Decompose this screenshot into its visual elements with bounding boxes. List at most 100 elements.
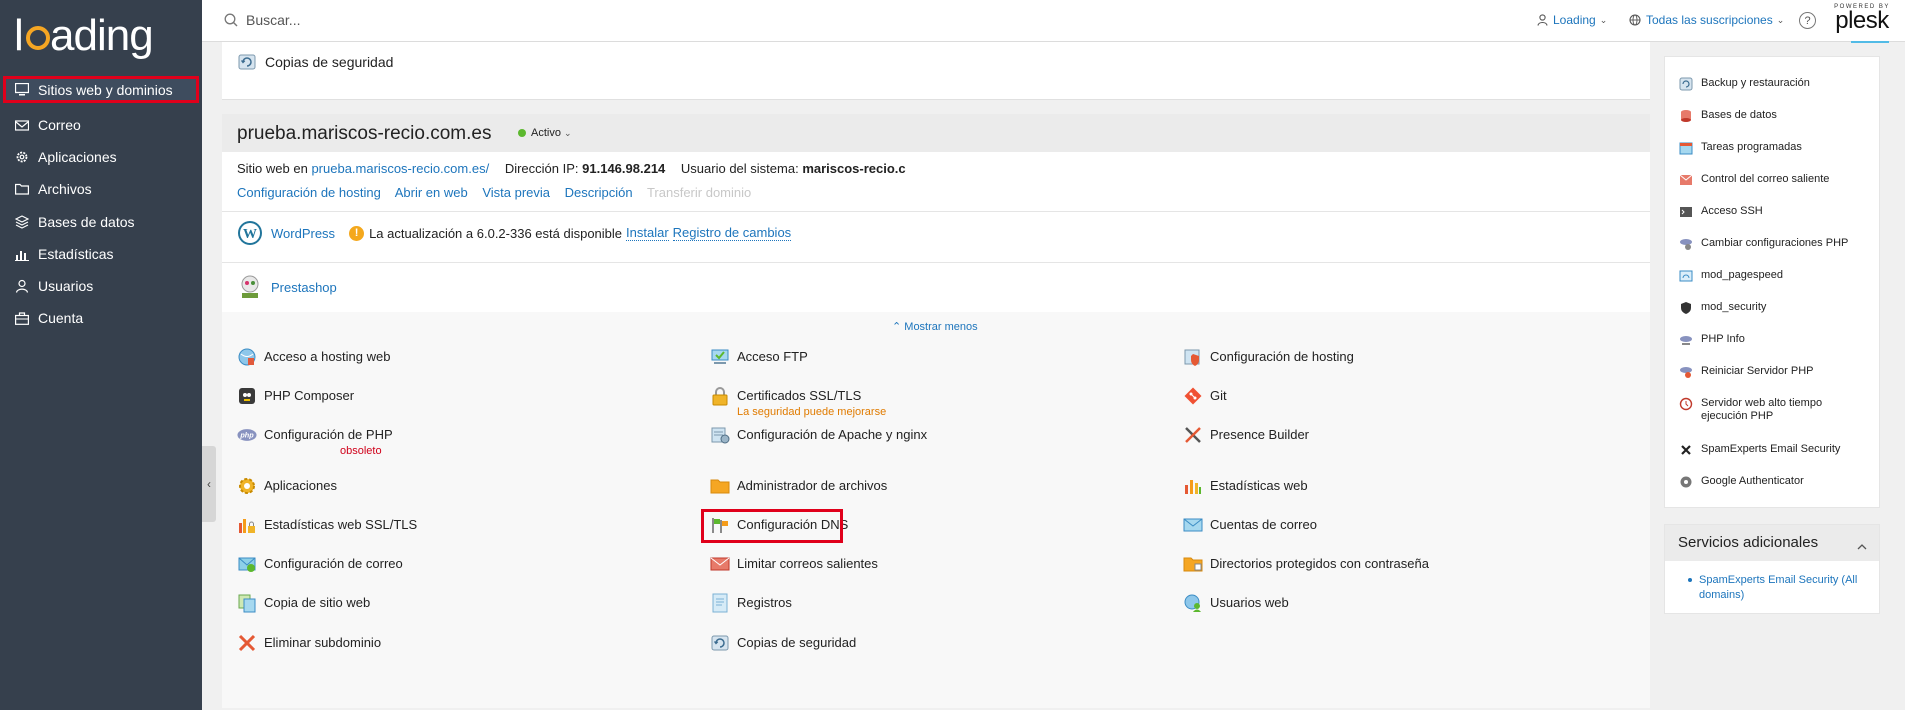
brand-logo[interactable]: l ading <box>14 10 154 60</box>
tool-ftp-access[interactable]: Acceso FTP <box>710 347 808 367</box>
tool-label: Configuración de hosting <box>1210 349 1354 364</box>
chevron-left-icon: ‹ <box>207 477 211 491</box>
wordpress-update-text: La actualización a 6.0.2-336 está dispon… <box>369 225 623 241</box>
divider <box>222 211 1650 212</box>
service-spamexperts-link[interactable]: SpamExperts Email Security (All domains) <box>1699 573 1869 603</box>
tool-file-manager[interactable]: Administrador de archivos <box>710 476 887 496</box>
tool-limit-outgoing-mail[interactable]: Limitar correos salientes <box>710 554 878 574</box>
sidebar-item-cuenta[interactable]: Cuenta <box>0 302 202 334</box>
tool-php-settings[interactable]: php Configuración de PHP obsoleto <box>237 425 393 457</box>
domain-links: Configuración de hosting Abrir en web Vi… <box>237 185 762 200</box>
subscriptions-menu[interactable]: Todas las suscripciones ⌄ <box>1629 13 1784 27</box>
right-item-outgoing-mail-control[interactable]: Control del correo saliente <box>1679 173 1829 187</box>
right-item-mod-security[interactable]: mod_security <box>1679 301 1766 315</box>
link-hosting-settings[interactable]: Configuración de hosting <box>237 185 381 200</box>
prestashop-link[interactable]: Prestashop <box>271 280 337 295</box>
protected-folder-icon <box>1183 554 1203 574</box>
tool-hosting-settings[interactable]: Configuración de hosting <box>1183 347 1354 367</box>
sidebar: l ading Sitios web y dominios Correo Apl… <box>0 0 202 710</box>
right-item-label: Backup y restauración <box>1701 77 1810 89</box>
tool-applications[interactable]: Aplicaciones <box>237 476 337 496</box>
sidebar-item-estadisticas[interactable]: Estadísticas <box>0 238 202 270</box>
wordpress-install-link[interactable]: Instalar <box>626 225 669 241</box>
sidebar-item-label: Usuarios <box>38 278 94 294</box>
site-url-link[interactable]: prueba.mariscos-recio.com.es/ <box>311 161 489 176</box>
sidebar-item-archivos[interactable]: Archivos <box>0 173 202 205</box>
help-glyph: ? <box>1804 14 1811 27</box>
tool-git[interactable]: Git <box>1183 386 1227 406</box>
tool-website-copy[interactable]: Copia de sitio web <box>237 593 370 613</box>
search-input[interactable]: Buscar... <box>224 12 300 28</box>
right-item-label: PHP Info <box>1701 333 1745 345</box>
tool-web-users[interactable]: Usuarios web <box>1183 593 1289 613</box>
right-item-backup[interactable]: Backup y restauración <box>1679 77 1810 91</box>
wordpress-link[interactable]: WordPress <box>271 226 335 241</box>
right-item-label: mod_pagespeed <box>1701 269 1783 281</box>
right-item-high-exec-time[interactable]: Servidor web alto tiempo ejecución PHP <box>1679 397 1859 423</box>
svg-text:ading: ading <box>50 11 153 60</box>
prestashop-icon <box>237 274 263 300</box>
sidebar-item-correo[interactable]: Correo <box>0 109 202 141</box>
tool-mail-settings[interactable]: Configuración de correo <box>237 554 403 574</box>
right-item-label: mod_security <box>1701 301 1767 313</box>
tool-apache-nginx[interactable]: Configuración de Apache y nginx <box>710 425 927 445</box>
tool-delete-subdomain[interactable]: Eliminar subdominio <box>237 633 381 653</box>
tool-label: Configuración de correo <box>264 556 403 571</box>
tool-label: Estadísticas web SSL/TLS <box>264 517 418 532</box>
link-preview[interactable]: Vista previa <box>482 185 550 200</box>
tool-backups[interactable]: Copias de seguridad <box>710 633 856 653</box>
ip-label: Dirección IP: <box>504 161 579 176</box>
tool-web-hosting-access[interactable]: Acceso a hosting web <box>237 347 390 367</box>
ip-value: 91.146.98.214 <box>582 161 666 176</box>
tool-php-composer[interactable]: PHP Composer <box>237 386 354 406</box>
right-item-php-info[interactable]: PHP Info <box>1679 333 1745 347</box>
gear-icon <box>237 476 257 496</box>
php-info-icon <box>1679 333 1693 347</box>
user-icon <box>15 279 29 293</box>
search-placeholder: Buscar... <box>246 12 301 28</box>
folder-icon <box>710 476 730 496</box>
chevron-down-icon: ⌄ <box>563 127 572 138</box>
right-item-label: Cambiar configuraciones PHP <box>1701 237 1849 249</box>
show-less-link[interactable]: ⌃ Mostrar menos <box>892 320 978 333</box>
right-item-google-authenticator[interactable]: Google Authenticator <box>1679 475 1804 489</box>
monitor-icon <box>15 83 29 97</box>
tool-web-stats[interactable]: Estadísticas web <box>1183 476 1308 496</box>
tool-logs[interactable]: Registros <box>710 593 792 613</box>
help-icon[interactable]: ? <box>1799 12 1816 29</box>
right-item-scheduled-tasks[interactable]: Tareas programadas <box>1679 141 1802 155</box>
link-open-in-web[interactable]: Abrir en web <box>395 185 468 200</box>
right-item-databases[interactable]: Bases de datos <box>1679 109 1777 123</box>
sidebar-item-sitios-web[interactable]: Sitios web y dominios <box>3 76 199 103</box>
right-item-mod-pagespeed[interactable]: mod_pagespeed <box>1679 269 1783 283</box>
sidebar-collapse-toggle[interactable]: ‹ <box>202 446 216 522</box>
user-menu[interactable]: Loading ⌄ <box>1537 13 1607 27</box>
tool-label: Configuración de Apache y nginx <box>737 427 928 442</box>
sidebar-item-aplicaciones[interactable]: Aplicaciones <box>0 141 202 173</box>
php-settings-icon <box>1679 237 1693 251</box>
sidebar-item-label: Estadísticas <box>38 246 114 262</box>
tool-protected-directories[interactable]: Directorios protegidos con contraseña <box>1183 554 1429 574</box>
tool-presence-builder[interactable]: Presence Builder <box>1183 425 1309 445</box>
tool-note-obsolete: obsoleto <box>340 445 382 457</box>
tool-ssl-certificates[interactable]: Certificados SSL/TLS La seguridad puede … <box>710 386 886 418</box>
tool-note-security[interactable]: La seguridad puede mejorarse <box>737 406 886 418</box>
tool-mail-accounts[interactable]: Cuentas de correo <box>1183 515 1317 535</box>
right-item-restart-php[interactable]: Reiniciar Servidor PHP <box>1679 365 1813 379</box>
domain-title[interactable]: prueba.mariscos-recio.com.es <box>237 123 491 145</box>
link-description[interactable]: Descripción <box>565 185 633 200</box>
backup-link[interactable]: Copias de seguridad <box>237 52 393 72</box>
tool-ssl-web-stats[interactable]: Estadísticas web SSL/TLS <box>237 515 417 535</box>
status-badge[interactable]: Activo ⌄ <box>518 127 572 139</box>
search-icon <box>224 13 238 27</box>
shield-icon <box>1679 301 1693 315</box>
sidebar-item-usuarios[interactable]: Usuarios <box>0 270 202 302</box>
right-item-php-settings[interactable]: Cambiar configuraciones PHP <box>1679 237 1848 251</box>
wordpress-changelog-link[interactable]: Registro de cambios <box>672 225 792 241</box>
domain-card: prueba.mariscos-recio.com.es Activo ⌄ Si… <box>222 114 1650 708</box>
right-item-spamexperts[interactable]: SpamExperts Email Security <box>1679 443 1840 457</box>
chevron-up-icon: ⌃ <box>892 321 905 333</box>
additional-services-header[interactable]: Servicios adicionales <box>1665 525 1879 561</box>
right-item-ssh-access[interactable]: Acceso SSH <box>1679 205 1763 219</box>
sidebar-item-bases-de-datos[interactable]: Bases de datos <box>0 206 202 238</box>
